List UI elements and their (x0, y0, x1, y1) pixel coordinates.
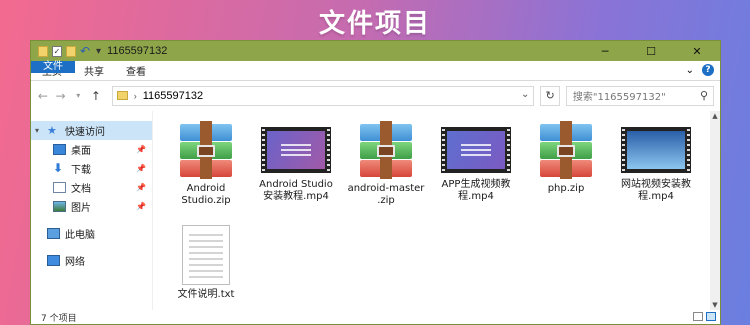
tab-view[interactable]: 查看 (115, 61, 157, 80)
title-bar[interactable]: ✓ ↶ ▾ 1165597132 ─ ☐ ✕ (31, 41, 720, 61)
sidebar-item-label: 快速访问 (65, 127, 105, 138)
video-icon (261, 127, 331, 173)
help-icon[interactable]: ? (702, 64, 714, 76)
quick-access-toolbar: ✓ ↶ ▾ (31, 45, 101, 57)
documents-icon (53, 182, 66, 193)
status-bar: 7 个项目 (31, 310, 720, 324)
breadcrumb[interactable]: 1165597132 (143, 90, 203, 102)
sidebar-item-pictures[interactable]: 图片 📌 (31, 197, 152, 216)
network-icon (47, 255, 60, 266)
address-dropdown-icon[interactable]: ⌄ (521, 89, 529, 100)
window-controls: ─ ☐ ✕ (582, 41, 720, 61)
file-name: Android Studio 安装教程.mp4 (259, 179, 333, 202)
video-icon (621, 127, 691, 173)
tab-file[interactable]: 文件 (31, 61, 75, 73)
forward-arrow-icon[interactable]: → (55, 89, 67, 103)
archive-icon (358, 121, 414, 179)
folder-icon (116, 91, 128, 100)
address-bar[interactable]: › 1165597132 ⌄ (111, 85, 535, 106)
properties-icon[interactable]: ✓ (52, 45, 62, 57)
maximize-button[interactable]: ☐ (628, 41, 674, 61)
file-item[interactable]: 文件说明.txt (163, 225, 249, 301)
scroll-up-icon[interactable]: ▲ (710, 111, 720, 121)
explorer-window: ✓ ↶ ▾ 1165597132 ─ ☐ ✕ 文件 主页 共享 查看 ⌄ ? ←… (30, 40, 721, 325)
navigation-pane: ▾ ★ 快速访问 桌面 📌 ⬇ 下载 📌 文档 📌 图片 📌 此电脑 网络 (31, 111, 153, 310)
archive-icon (538, 121, 594, 179)
pin-icon: 📌 (136, 183, 146, 192)
refresh-button[interactable]: ↻ (540, 85, 560, 106)
chevron-down-icon[interactable]: ▾ (35, 126, 47, 135)
customize-toolbar-icon[interactable]: ▾ (96, 46, 101, 57)
search-input[interactable]: 搜索"1165597132" ⚲ (565, 85, 715, 106)
sidebar-item-this-pc[interactable]: 此电脑 (31, 224, 152, 243)
search-icon[interactable]: ⚲ (700, 89, 708, 102)
back-arrow-icon[interactable]: ← (37, 89, 49, 103)
file-name: php.zip (547, 183, 585, 194)
sidebar-item-label: 图片 (71, 203, 91, 214)
file-name: android-master .zip (347, 183, 425, 206)
minimize-button[interactable]: ─ (582, 41, 628, 61)
file-list: Android Studio.zip Android Studio 安装教程.m… (153, 111, 720, 310)
file-name: 网站视频安装教程.mp4 (621, 179, 691, 202)
file-name: 文件说明.txt (177, 289, 235, 300)
download-icon: ⬇ (53, 161, 64, 175)
tab-share[interactable]: 共享 (73, 61, 115, 80)
view-switcher (693, 312, 716, 321)
large-icons-view-icon[interactable] (706, 312, 716, 321)
file-item[interactable]: 网站视频安装教程.mp4 (613, 121, 699, 203)
sidebar-item-documents[interactable]: 文档 📌 (31, 178, 152, 197)
text-file-icon (182, 225, 230, 285)
file-item[interactable]: APP生成视频教程.mp4 (433, 121, 519, 203)
window-title: 1165597132 (107, 45, 168, 57)
file-item[interactable]: Android Studio 安装教程.mp4 (253, 121, 339, 203)
new-folder-icon[interactable] (66, 45, 76, 57)
sidebar-item-label: 下载 (71, 165, 91, 176)
breadcrumb-chevron-icon[interactable]: › (134, 91, 137, 101)
sidebar-item-quick-access[interactable]: ▾ ★ 快速访问 (31, 121, 152, 140)
address-row: ← → ▾ ↑ › 1165597132 ⌄ ↻ 搜索"1165597132" … (31, 81, 720, 110)
scroll-down-icon[interactable]: ▼ (710, 300, 720, 310)
recent-locations-icon[interactable]: ▾ (72, 91, 84, 100)
computer-icon (47, 228, 60, 239)
item-count: 7 个项目 (41, 313, 77, 324)
archive-icon (178, 121, 234, 179)
pin-icon: 📌 (136, 202, 146, 211)
file-item[interactable]: android-master .zip (343, 121, 429, 207)
folder-icon (38, 45, 48, 57)
sidebar-item-label: 文档 (71, 184, 91, 195)
banner-title: 文件项目 (318, 8, 431, 39)
file-name: APP生成视频教程.mp4 (441, 179, 511, 202)
sidebar-item-label: 桌面 (71, 146, 91, 157)
details-view-icon[interactable] (693, 312, 703, 321)
main-content: ▾ ★ 快速访问 桌面 📌 ⬇ 下载 📌 文档 📌 图片 📌 此电脑 网络 An… (31, 111, 720, 310)
ribbon-tabs: 文件 主页 共享 查看 ⌄ ? (31, 61, 720, 81)
sidebar-item-desktop[interactable]: 桌面 📌 (31, 140, 152, 159)
file-name: Android Studio.zip (181, 183, 231, 206)
search-placeholder: 搜索"1165597132" (572, 92, 666, 103)
sidebar-item-label: 此电脑 (65, 230, 95, 241)
file-item[interactable]: php.zip (523, 121, 609, 195)
pin-icon: 📌 (136, 145, 146, 154)
sidebar-item-downloads[interactable]: ⬇ 下载 📌 (31, 159, 152, 178)
up-arrow-icon[interactable]: ↑ (90, 89, 102, 103)
sidebar-item-label: 网络 (65, 257, 85, 268)
pin-icon: 📌 (136, 164, 146, 173)
vertical-scrollbar[interactable]: ▲ ▼ (710, 111, 720, 310)
undo-icon[interactable]: ↶ (80, 45, 92, 57)
desktop-icon (53, 144, 66, 155)
pictures-icon (53, 201, 66, 212)
close-button[interactable]: ✕ (674, 41, 720, 61)
star-icon: ★ (47, 124, 57, 137)
chevron-down-icon[interactable]: ⌄ (686, 65, 694, 76)
video-icon (441, 127, 511, 173)
sidebar-item-network[interactable]: 网络 (31, 251, 152, 270)
file-item[interactable]: Android Studio.zip (163, 121, 249, 207)
